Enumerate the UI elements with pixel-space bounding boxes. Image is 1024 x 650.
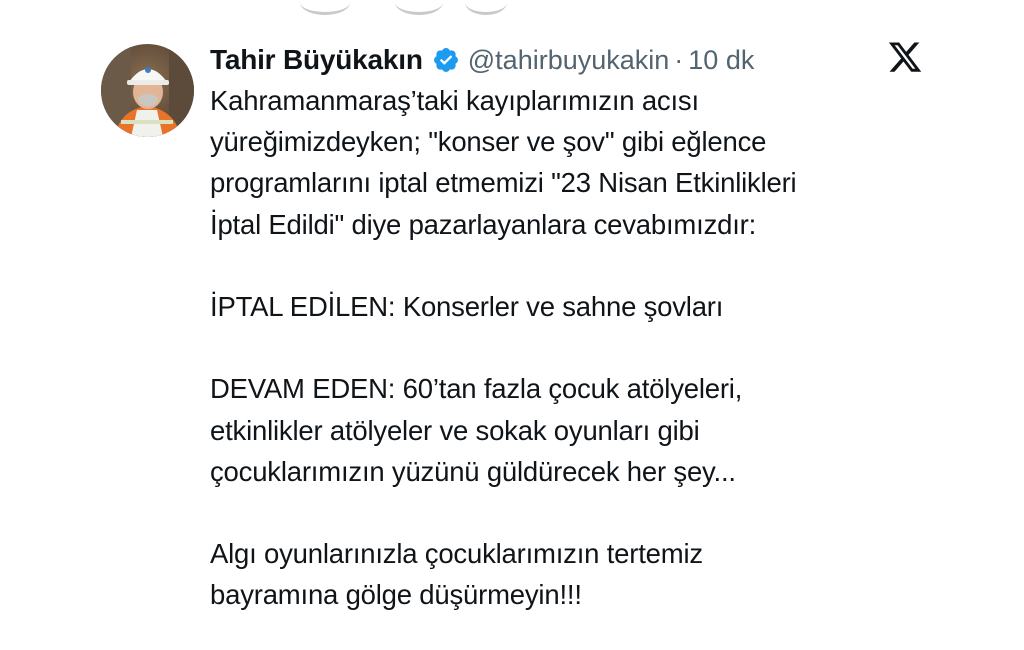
- cropped-top-edge: [300, 0, 540, 22]
- separator-dot: ·: [674, 44, 684, 75]
- tweet-line: çocuklarımızın yüzünü güldürecek her şey…: [210, 455, 736, 487]
- tweet-text: Kahramanmaraş’taki kayıplarımızın acısı …: [210, 80, 990, 616]
- tweet-line: İptal Edildi" diye pazarlayanlara cevabı…: [210, 208, 757, 240]
- verified-badge-icon: [432, 46, 460, 74]
- tweet-line: programlarını iptal etmemizi "23 Nisan E…: [210, 167, 797, 199]
- tweet-line: DEVAM EDEN: 60’tan fazla çocuk atölyeler…: [210, 373, 743, 405]
- tweet-blank-line: [210, 492, 990, 533]
- tweet-line: İPTAL EDİLEN: Konserler ve sahne şovları: [210, 291, 724, 322]
- tweet-blank-line: [210, 327, 990, 368]
- tweet-line: etkinlikler atölyeler ve sokak oyunları …: [210, 414, 700, 446]
- x-logo-icon[interactable]: [887, 42, 923, 76]
- author-handle[interactable]: @tahirbuyukakin: [468, 45, 670, 76]
- tweet-line: bayramına gölge düşürmeyin!!!: [210, 579, 582, 611]
- avatar[interactable]: [101, 44, 194, 137]
- tweet-header: Tahir Büyükakın @tahirbuyukakin · 10 dk: [210, 40, 754, 80]
- tweet-line: yüreğimizdeyken; "konser ve şov" gibi eğ…: [210, 126, 767, 158]
- timestamp[interactable]: 10 dk: [688, 45, 754, 76]
- profile-photo: [101, 44, 194, 137]
- tweet-card: Tahir Büyükakın @tahirbuyukakin · 10 dk …: [0, 0, 1024, 650]
- tweet-line: Kahramanmaraş’taki kayıplarımızın acısı: [210, 85, 699, 116]
- tweet-line: Algı oyunlarınızla çocuklarımızın tertem…: [210, 538, 703, 570]
- author-name[interactable]: Tahir Büyükakın: [210, 44, 423, 76]
- tweet-blank-line: [210, 245, 990, 286]
